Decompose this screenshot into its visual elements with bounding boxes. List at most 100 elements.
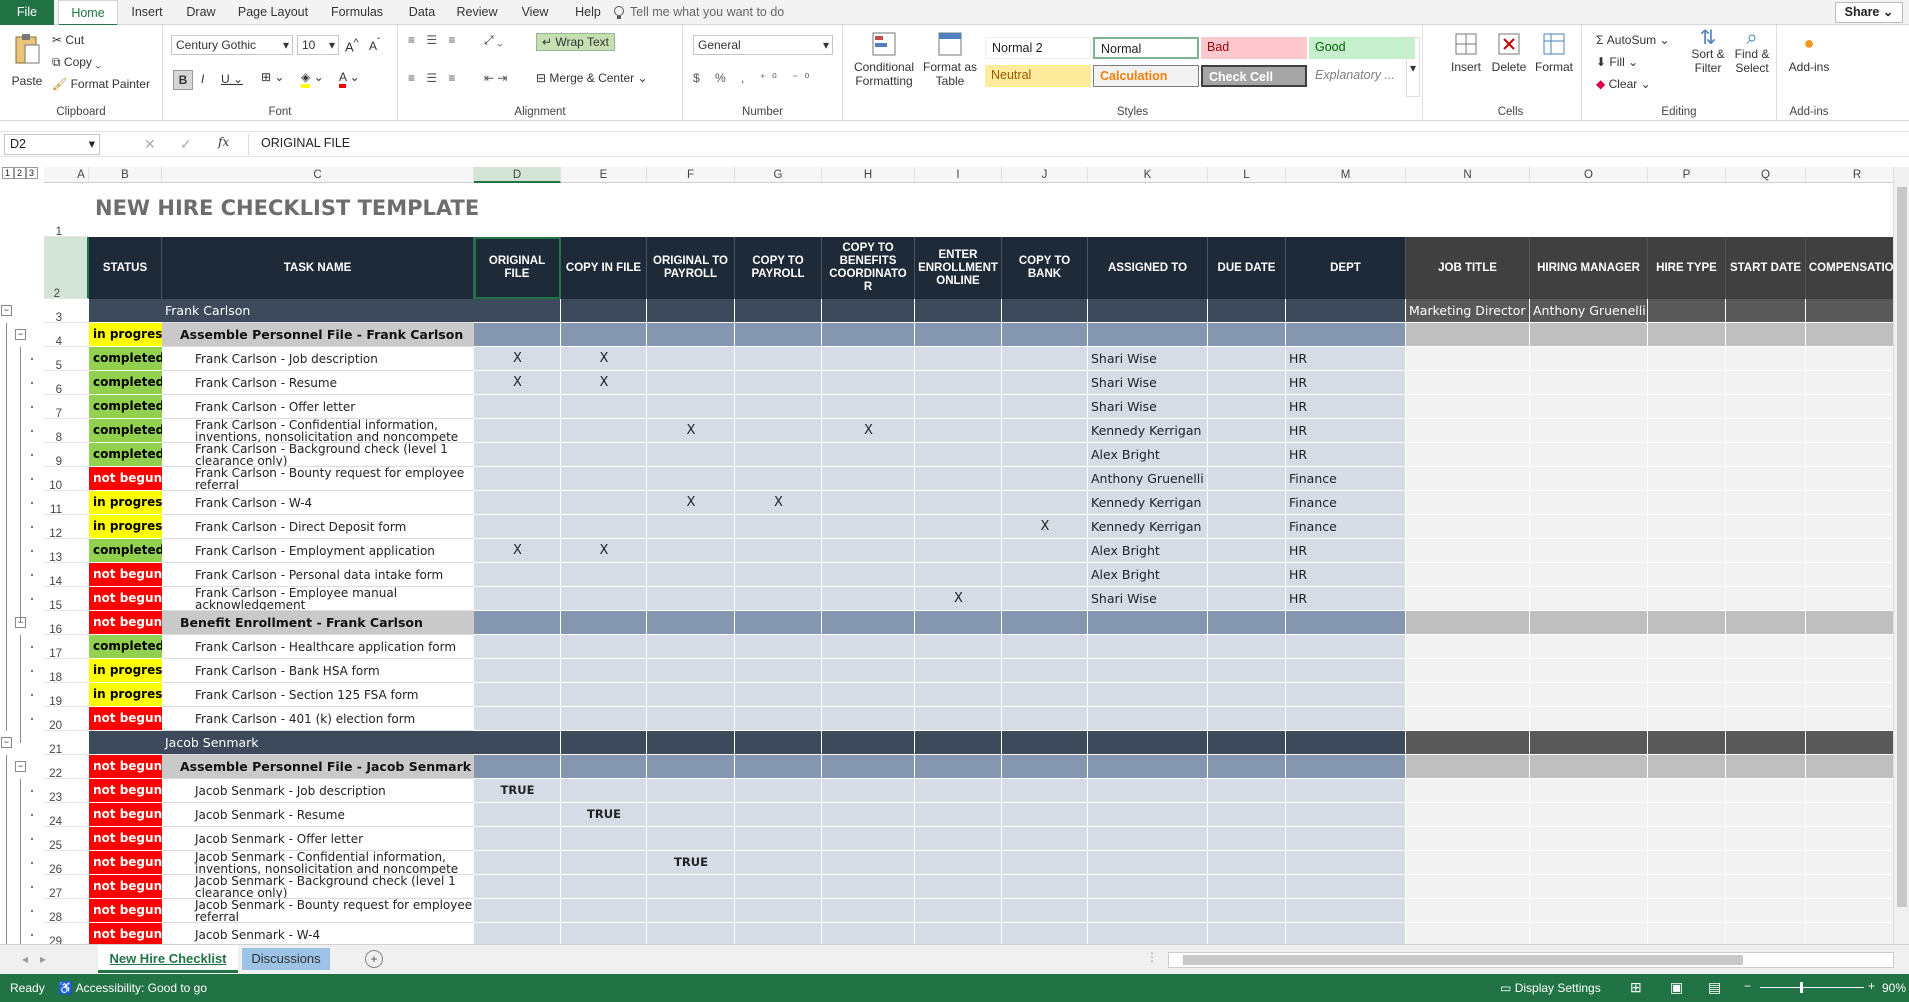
cell[interactable] — [915, 323, 1002, 347]
row-header[interactable]: 11 — [44, 491, 89, 516]
status-cell[interactable]: not begun — [89, 827, 162, 851]
row-header[interactable]: 24 — [44, 803, 89, 828]
style-normal[interactable]: Normal — [1093, 37, 1199, 59]
cell[interactable] — [561, 755, 647, 779]
zoom-slider-thumb[interactable] — [1800, 982, 1803, 993]
status-cell[interactable]: completed — [89, 371, 162, 395]
cell[interactable] — [735, 347, 822, 371]
cell[interactable] — [1530, 779, 1648, 803]
cell[interactable] — [647, 539, 735, 563]
row-header[interactable]: 5 — [44, 347, 89, 372]
cell[interactable] — [1530, 659, 1648, 683]
page-break-view-icon[interactable]: ▤ — [1708, 979, 1721, 996]
cell[interactable] — [561, 443, 647, 467]
cell[interactable] — [1286, 659, 1406, 683]
task-name-cell[interactable]: Frank Carlson - 401 (k) election form — [162, 707, 474, 731]
display-settings-button[interactable]: ▭ Display Settings — [1500, 981, 1601, 995]
dept-cell[interactable]: HR — [1289, 347, 1406, 371]
cell[interactable] — [1208, 875, 1286, 899]
column-header-f[interactable]: F — [647, 167, 735, 183]
cell[interactable] — [1088, 779, 1208, 803]
cell[interactable] — [735, 539, 822, 563]
cell[interactable] — [1530, 467, 1648, 491]
row-header[interactable]: 29 — [44, 923, 89, 944]
status-cell[interactable]: completed — [89, 395, 162, 419]
cell[interactable] — [1530, 491, 1648, 515]
cell[interactable] — [822, 323, 915, 347]
task-name-cell[interactable]: Frank Carlson - Section 125 FSA form — [162, 683, 474, 707]
tab-home[interactable]: Home — [58, 0, 118, 26]
tab-view[interactable]: View — [512, 0, 558, 25]
cell[interactable] — [822, 731, 915, 755]
cell[interactable] — [1286, 755, 1406, 779]
cell[interactable] — [647, 371, 735, 395]
cell[interactable] — [1286, 875, 1406, 899]
cell[interactable] — [1648, 635, 1726, 659]
cell[interactable] — [1726, 827, 1806, 851]
cell[interactable] — [474, 587, 561, 611]
cell[interactable] — [474, 395, 561, 419]
cell[interactable] — [1406, 755, 1530, 779]
clear-button[interactable]: ◆ Clear ⌄ — [1596, 77, 1651, 91]
cell[interactable] — [647, 635, 735, 659]
status-cell[interactable]: not begun — [89, 779, 162, 803]
cell[interactable] — [1286, 803, 1406, 827]
cell[interactable] — [1726, 395, 1806, 419]
cell[interactable] — [822, 491, 915, 515]
page-layout-view-icon[interactable]: ▣ — [1670, 979, 1683, 996]
cell[interactable] — [1406, 443, 1530, 467]
cell[interactable] — [561, 323, 647, 347]
task-name-cell[interactable]: Jacob Senmark - Offer letter — [162, 827, 474, 851]
cell[interactable] — [822, 875, 915, 899]
cell[interactable] — [1208, 659, 1286, 683]
cell[interactable] — [1002, 851, 1088, 875]
cell[interactable] — [735, 635, 822, 659]
cell[interactable] — [647, 659, 735, 683]
cell[interactable] — [561, 635, 647, 659]
task-name-cell[interactable]: Frank Carlson - Employee manual acknowle… — [162, 587, 474, 611]
cell[interactable] — [1726, 347, 1806, 371]
cell[interactable] — [1088, 827, 1208, 851]
cell[interactable] — [474, 851, 561, 875]
checkmark-cell[interactable]: X — [915, 587, 1002, 611]
cell[interactable] — [1002, 563, 1088, 587]
cell[interactable] — [1406, 659, 1530, 683]
tab-split-handle[interactable]: ⋮ — [1146, 950, 1158, 964]
status-cell[interactable]: in progress — [89, 683, 162, 707]
tab-review[interactable]: Review — [452, 0, 502, 25]
cell[interactable] — [1088, 707, 1208, 731]
task-name-cell[interactable]: Frank Carlson - Personal data intake for… — [162, 563, 474, 587]
cell[interactable] — [1406, 491, 1530, 515]
checkmark-cell[interactable]: TRUE — [561, 803, 647, 827]
cell[interactable] — [1002, 683, 1088, 707]
status-cell[interactable]: completed — [89, 419, 162, 443]
vertical-scroll-thumb[interactable] — [1897, 187, 1907, 907]
cell[interactable] — [647, 803, 735, 827]
column-header-c[interactable]: C — [162, 167, 474, 183]
status-cell[interactable]: not begun — [89, 467, 162, 491]
cell[interactable] — [1286, 731, 1406, 755]
cell[interactable] — [735, 875, 822, 899]
cell[interactable] — [474, 683, 561, 707]
checkmark-cell[interactable]: X — [474, 347, 561, 371]
cell[interactable] — [915, 611, 1002, 635]
cell[interactable] — [1002, 659, 1088, 683]
cell[interactable] — [1406, 827, 1530, 851]
row-header[interactable]: 9 — [44, 443, 89, 468]
cell[interactable] — [1530, 635, 1648, 659]
row-header[interactable]: 3 — [44, 299, 89, 324]
cell[interactable] — [915, 371, 1002, 395]
status-cell[interactable]: not begun — [89, 851, 162, 875]
cell[interactable] — [1208, 491, 1286, 515]
cell[interactable] — [1648, 563, 1726, 587]
cell[interactable] — [1208, 539, 1286, 563]
tab-page-layout[interactable]: Page Layout — [234, 0, 312, 25]
cell[interactable] — [735, 587, 822, 611]
column-header-b[interactable]: B — [89, 167, 162, 183]
cell[interactable] — [915, 467, 1002, 491]
column-header-i[interactable]: I — [915, 167, 1002, 183]
cell[interactable] — [1530, 755, 1648, 779]
cell[interactable] — [1648, 851, 1726, 875]
wrap-text-button[interactable]: ↵ Wrap Text — [536, 33, 615, 51]
checkmark-cell[interactable]: X — [474, 371, 561, 395]
